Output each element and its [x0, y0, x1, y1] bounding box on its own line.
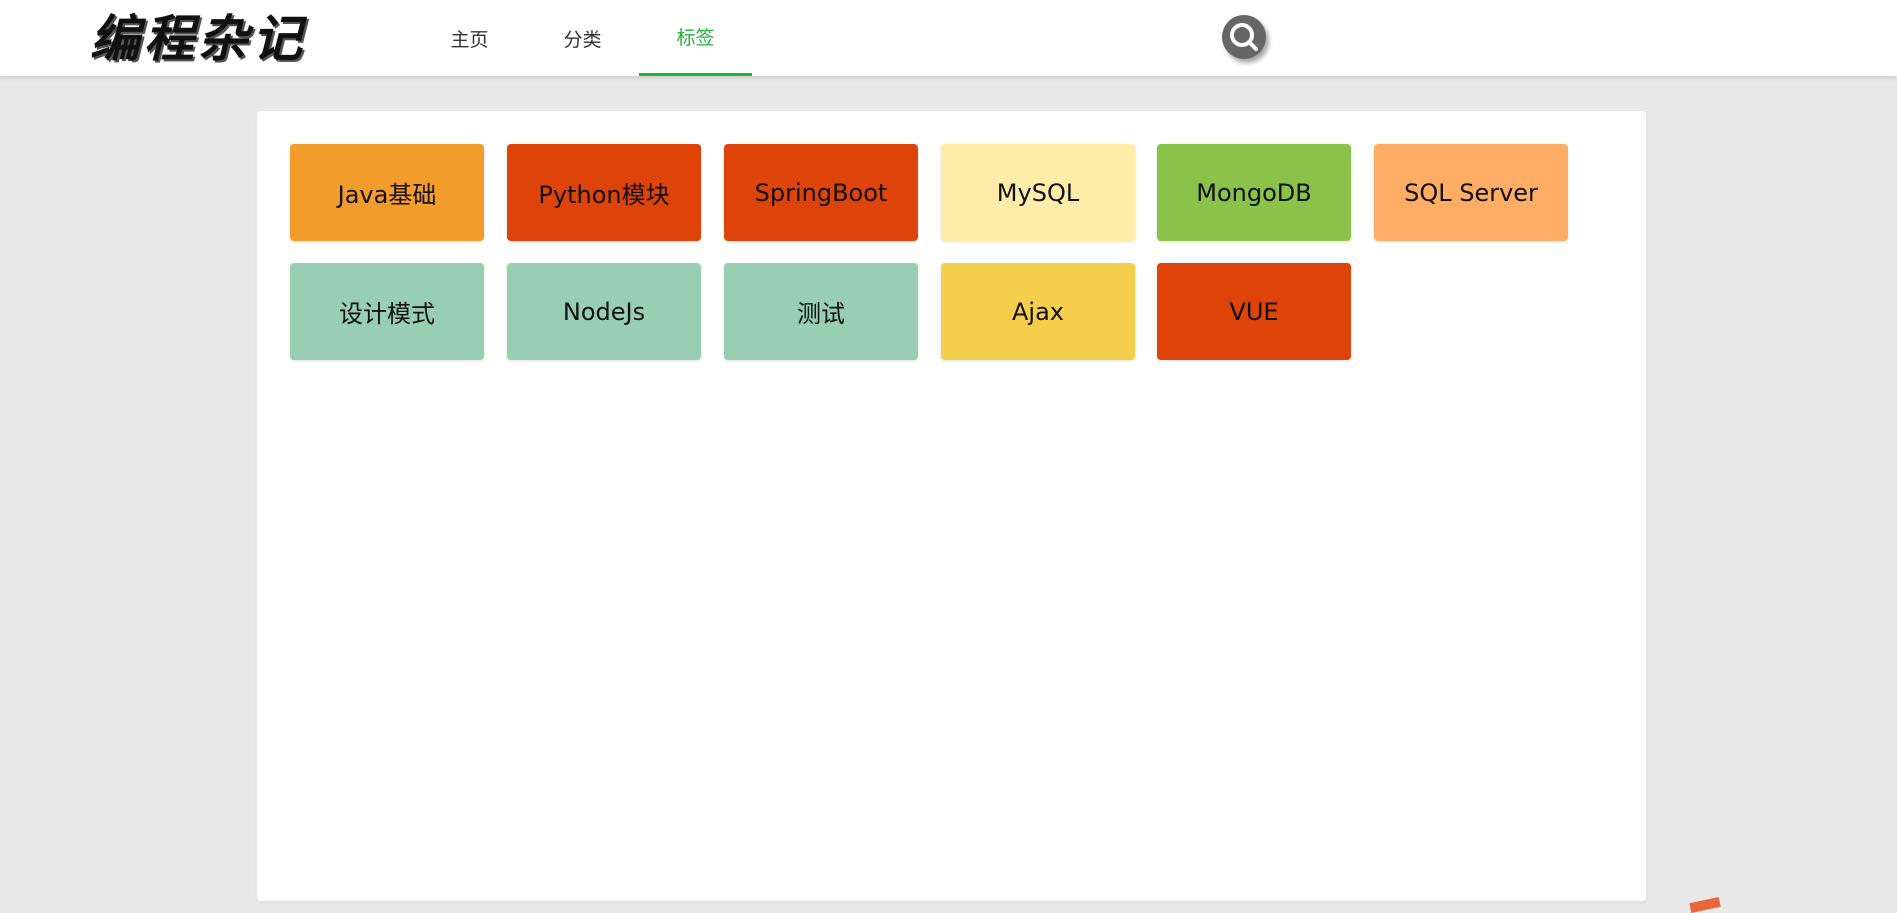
tags-panel: Java基础 Python模块 SpringBoot MySQL MongoDB…: [257, 111, 1646, 901]
tag-ajax[interactable]: Ajax: [941, 263, 1135, 360]
tag-testing[interactable]: 测试: [724, 263, 918, 360]
main-nav: 主页 分类 标签: [413, 0, 752, 76]
tag-mysql[interactable]: MySQL: [941, 144, 1135, 241]
tag-springboot[interactable]: SpringBoot: [724, 144, 918, 241]
tag-vue[interactable]: VUE: [1157, 263, 1351, 360]
nav-item-tags[interactable]: 标签: [639, 0, 752, 76]
tag-sql-server[interactable]: SQL Server: [1374, 144, 1568, 241]
tag-design-patterns[interactable]: 设计模式: [290, 263, 484, 360]
search-button[interactable]: [1222, 15, 1266, 59]
site-logo[interactable]: 编程杂记: [90, 4, 306, 68]
tag-nodejs[interactable]: NodeJs: [507, 263, 701, 360]
corner-decoration: [1689, 896, 1721, 913]
nav-item-categories[interactable]: 分类: [526, 0, 639, 76]
top-header: 编程杂记 主页 分类 标签: [0, 0, 1897, 76]
tag-mongodb[interactable]: MongoDB: [1157, 144, 1351, 241]
tag-python-modules[interactable]: Python模块: [507, 144, 701, 241]
tag-java-basics[interactable]: Java基础: [290, 144, 484, 241]
nav-item-home[interactable]: 主页: [413, 0, 526, 76]
search-icon: [1230, 23, 1258, 51]
